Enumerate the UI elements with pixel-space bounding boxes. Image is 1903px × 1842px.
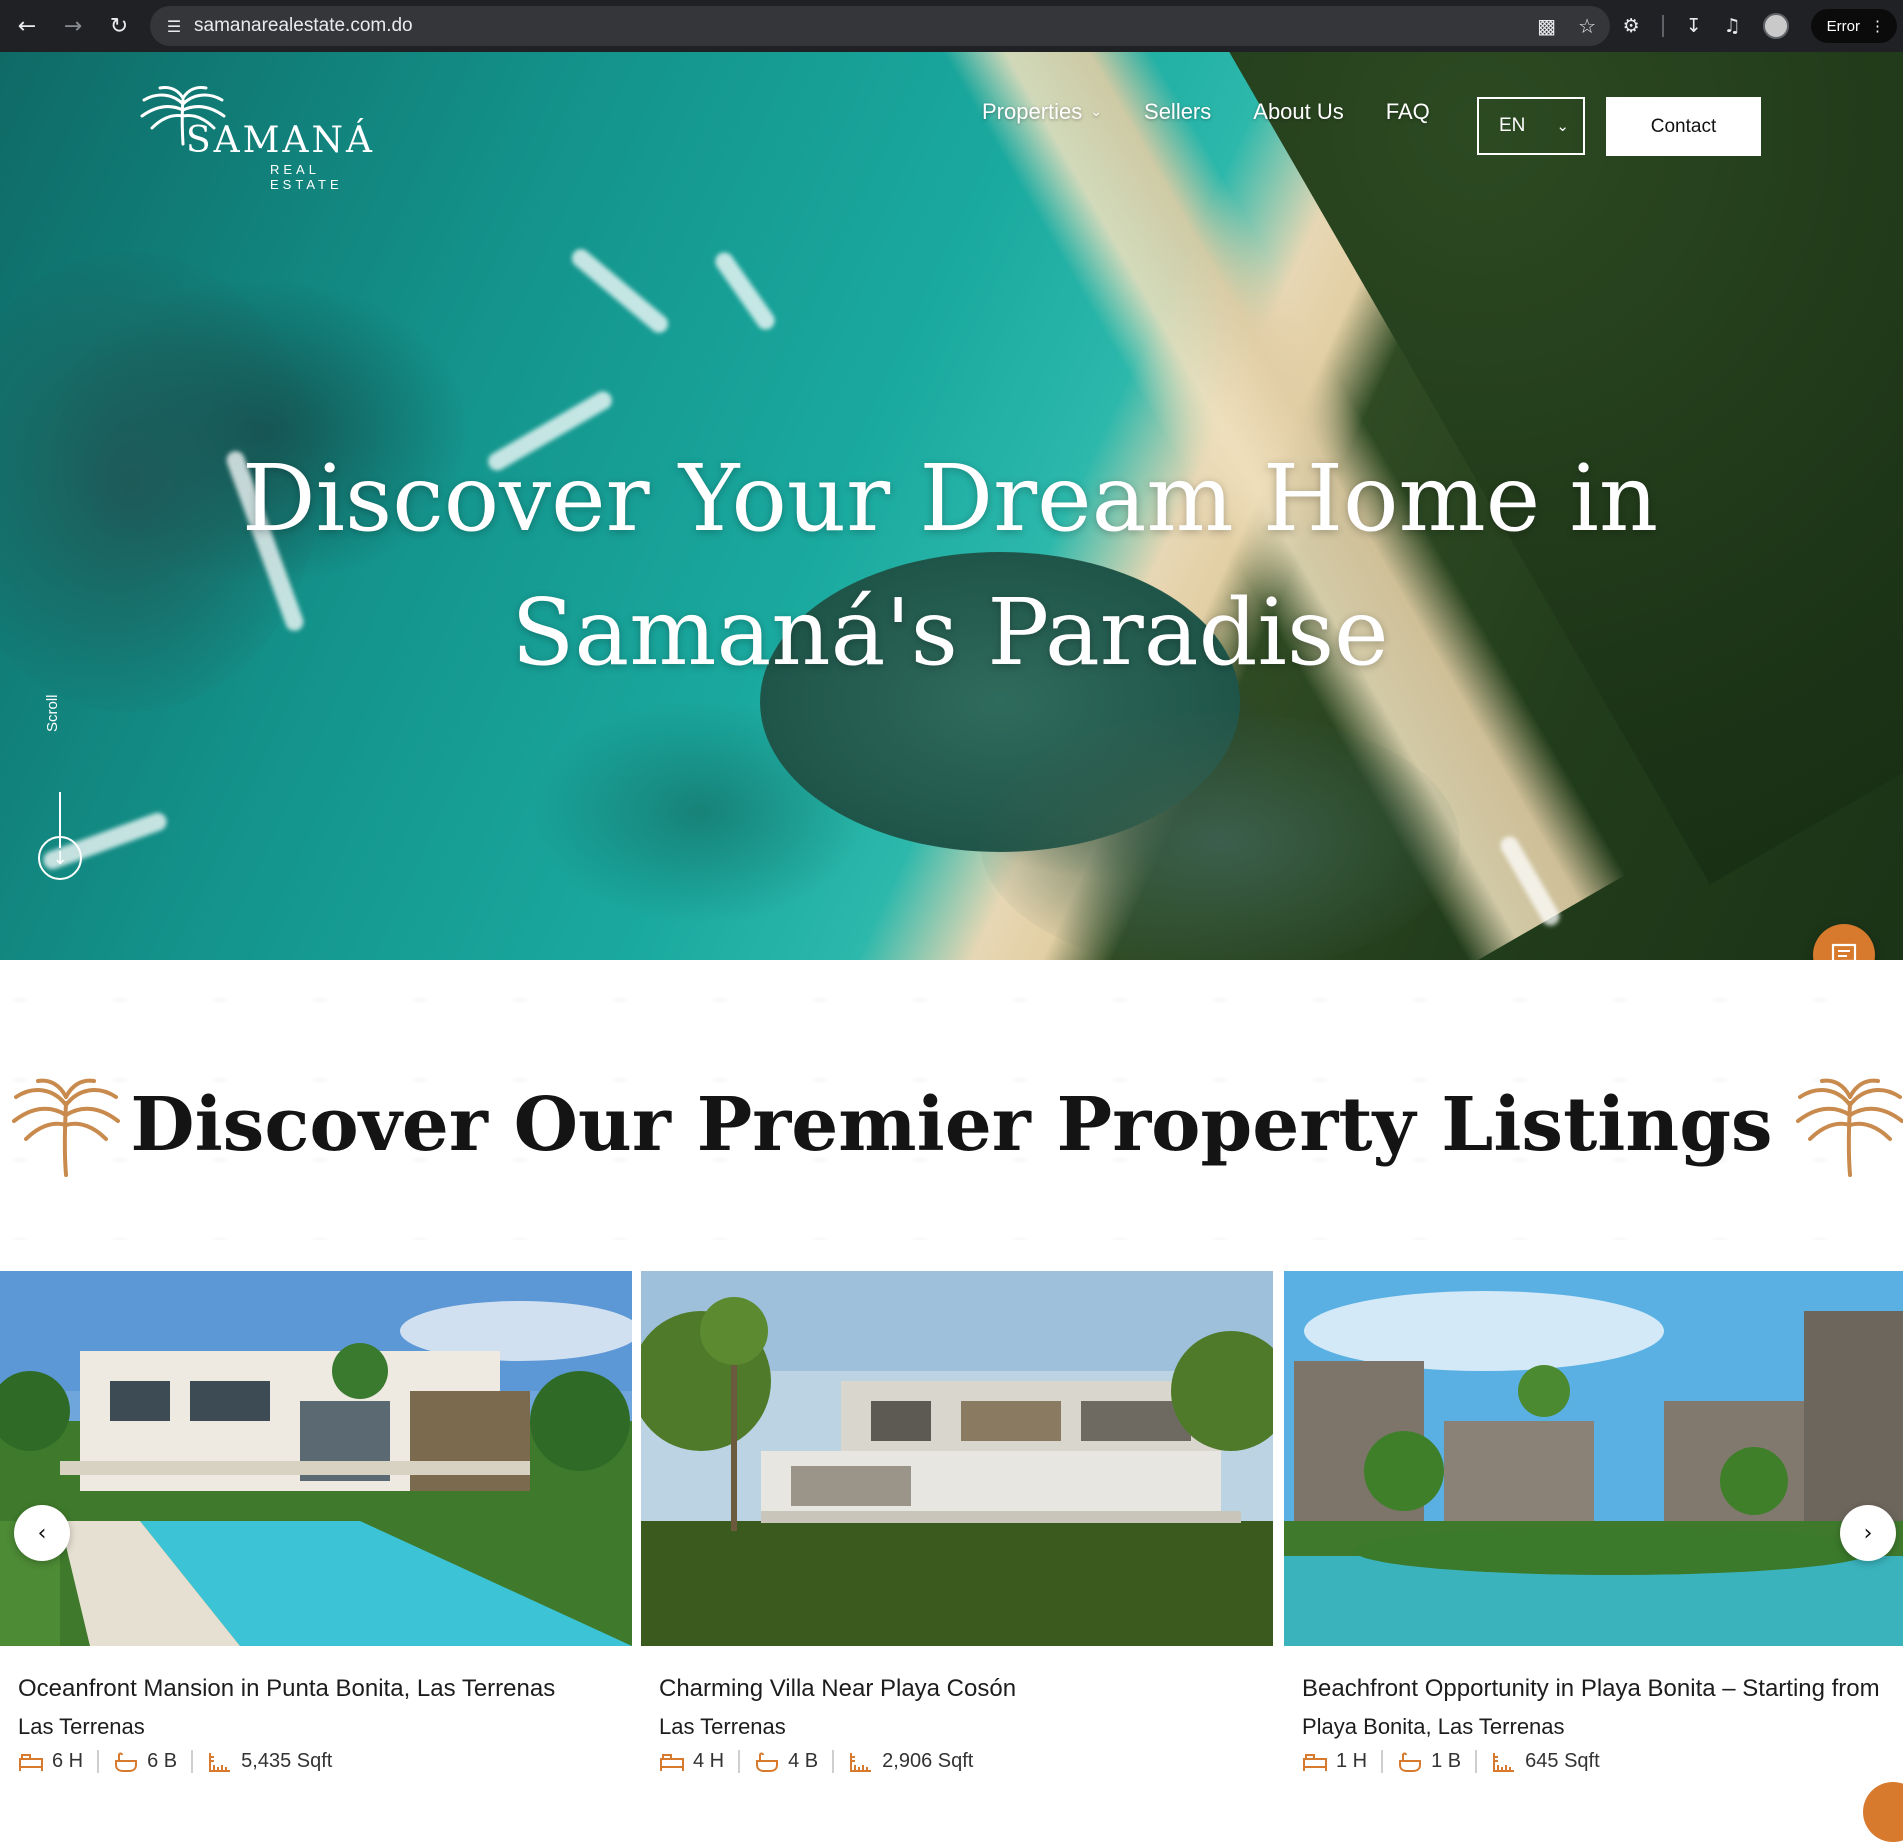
bath-icon — [115, 1752, 138, 1772]
spec-bathrooms: 1 B — [1381, 1750, 1475, 1773]
language-selector[interactable]: EN ⌄ — [1477, 97, 1585, 155]
spec-area-value: 645 Sqft — [1525, 1750, 1600, 1772]
hero-title-line2: Samaná's Paradise — [511, 579, 1389, 686]
area-icon — [850, 1752, 872, 1772]
hero-title-line1: Discover Your Dream Home in — [241, 445, 1659, 552]
toolbar-separator — [1661, 15, 1664, 37]
property-specs: 4 H 4 B 2,906 Sqft — [659, 1750, 987, 1773]
contact-button[interactable]: Contact — [1606, 97, 1761, 156]
chevron-right-icon: › — [1863, 1520, 1873, 1546]
carousel-prev-button[interactable]: ‹ — [14, 1505, 70, 1561]
property-title[interactable]: Beachfront Opportunity in Playa Bonita –… — [1302, 1675, 1892, 1703]
media-controls-icon[interactable]: ♫ — [1724, 15, 1741, 37]
spec-area-value: 2,906 Sqft — [882, 1750, 974, 1772]
spec-bedrooms: 6 H — [18, 1750, 97, 1773]
spec-area: 2,906 Sqft — [832, 1750, 987, 1773]
language-value: EN — [1499, 115, 1526, 136]
bath-icon — [1399, 1752, 1422, 1772]
nav-properties-label: Properties — [982, 99, 1083, 124]
palm-decoration-icon — [1796, 1078, 1903, 1177]
spec-bedrooms: 4 H — [659, 1750, 738, 1773]
logo-wordmark: SAMANÁ — [186, 120, 376, 161]
extensions-puzzle-icon[interactable]: ⚙ — [1623, 15, 1640, 37]
forward-arrow-icon[interactable]: → — [54, 7, 92, 45]
hero-reef-shape — [980, 712, 1460, 960]
site-logo[interactable]: SAMANÁ REAL ESTATE — [138, 82, 398, 192]
nav-faq[interactable]: FAQ — [1386, 99, 1430, 125]
property-specs: 6 H 6 B 5,435 Sqft — [18, 1750, 346, 1773]
property-location: Las Terrenas — [659, 1714, 786, 1739]
bed-icon — [19, 1753, 43, 1771]
nav-sellers[interactable]: Sellers — [1144, 99, 1211, 125]
chat-icon — [1831, 943, 1857, 960]
reload-icon[interactable]: ↻ — [100, 7, 138, 45]
nav-about-us[interactable]: About Us — [1253, 99, 1344, 125]
error-badge-button[interactable]: Error ⋮ — [1810, 9, 1897, 43]
address-url[interactable]: samanarealestate.com.do — [194, 15, 413, 37]
area-icon — [1493, 1752, 1515, 1772]
spec-bathrooms-value: 4 B — [788, 1750, 819, 1772]
bookmark-star-icon[interactable]: ☆ — [1578, 14, 1596, 38]
property-location: Playa Bonita, Las Terrenas — [1302, 1714, 1565, 1739]
spec-bedrooms-value: 4 H — [693, 1750, 725, 1772]
chat-button[interactable] — [1813, 924, 1875, 960]
section-title: Discover Our Premier Property Listings — [130, 1082, 1773, 1168]
kebab-menu-icon: ⋮ — [1870, 18, 1885, 35]
property-photo[interactable] — [0, 1271, 632, 1646]
property-title[interactable]: Charming Villa Near Playa Cosón — [659, 1675, 1259, 1703]
spec-area: 5,435 Sqft — [191, 1750, 346, 1773]
install-app-icon[interactable]: ▩ — [1537, 14, 1556, 38]
nav-properties-dropdown[interactable]: Properties ⌄ — [982, 99, 1102, 125]
back-arrow-icon[interactable]: ← — [8, 7, 46, 45]
property-location: Las Terrenas — [18, 1714, 145, 1739]
spec-bathrooms-value: 6 B — [147, 1750, 178, 1772]
scroll-label: Scroll — [44, 694, 61, 732]
logo-subtitle: REAL ESTATE — [270, 162, 343, 192]
arrow-down-icon: ↓ — [38, 836, 82, 880]
spec-bedrooms-value: 1 H — [1336, 1750, 1368, 1772]
spec-bathrooms-value: 1 B — [1431, 1750, 1462, 1772]
property-card[interactable]: Charming Villa Near Playa Cosón Las Terr… — [641, 1271, 1273, 1794]
property-photo[interactable] — [641, 1271, 1273, 1646]
property-specs: 1 H 1 B 645 Sqft — [1302, 1750, 1614, 1773]
scroll-indicator[interactable]: Scroll ↓ — [36, 692, 84, 892]
property-photo[interactable] — [1284, 1271, 1903, 1646]
spec-bathrooms: 6 B — [97, 1750, 191, 1773]
property-photo-mansion — [0, 1271, 632, 1646]
main-navigation: Properties ⌄ Sellers About Us FAQ — [982, 87, 1472, 137]
listings-section: Discover Our Premier Property Listings O… — [0, 960, 1903, 1794]
spec-bathrooms: 4 B — [738, 1750, 832, 1773]
carousel-next-button[interactable]: › — [1840, 1505, 1896, 1561]
hero-title: Discover Your Dream Home in Samaná's Par… — [150, 432, 1750, 700]
property-card[interactable]: Beachfront Opportunity in Playa Bonita –… — [1284, 1271, 1903, 1794]
spec-area-value: 5,435 Sqft — [241, 1750, 333, 1772]
spec-bedrooms: 1 H — [1302, 1750, 1381, 1773]
chevron-down-icon: ⌄ — [1556, 117, 1569, 135]
site-info-icon[interactable]: ☰ — [154, 6, 194, 46]
property-photo-villa — [641, 1271, 1273, 1646]
address-bar[interactable]: ☰ samanarealestate.com.do ▩ ☆ — [150, 6, 1610, 46]
spec-bedrooms-value: 6 H — [52, 1750, 84, 1772]
property-title[interactable]: Oceanfront Mansion in Punta Bonita, Las … — [18, 1675, 618, 1703]
bath-icon — [756, 1752, 779, 1772]
bed-icon — [660, 1753, 684, 1771]
property-photo-resort — [1284, 1271, 1903, 1646]
hero-wave-foam — [568, 245, 672, 337]
browser-toolbar: ← → ↻ ☰ samanarealestate.com.do ▩ ☆ ⚙ ↧ … — [0, 0, 1903, 52]
area-icon — [209, 1752, 231, 1772]
property-card[interactable]: Oceanfront Mansion in Punta Bonita, Las … — [0, 1271, 632, 1794]
chevron-down-icon: ⌄ — [1090, 104, 1103, 120]
downloads-icon[interactable]: ↧ — [1686, 15, 1702, 37]
hero-wave-foam — [711, 248, 779, 334]
profile-avatar[interactable] — [1762, 13, 1789, 39]
chevron-left-icon: ‹ — [37, 1520, 47, 1546]
bed-icon — [1303, 1753, 1327, 1771]
spec-area: 645 Sqft — [1475, 1750, 1614, 1773]
error-label: Error — [1826, 17, 1860, 35]
hero-section: SAMANÁ REAL ESTATE Properties ⌄ Sellers … — [0, 52, 1903, 960]
